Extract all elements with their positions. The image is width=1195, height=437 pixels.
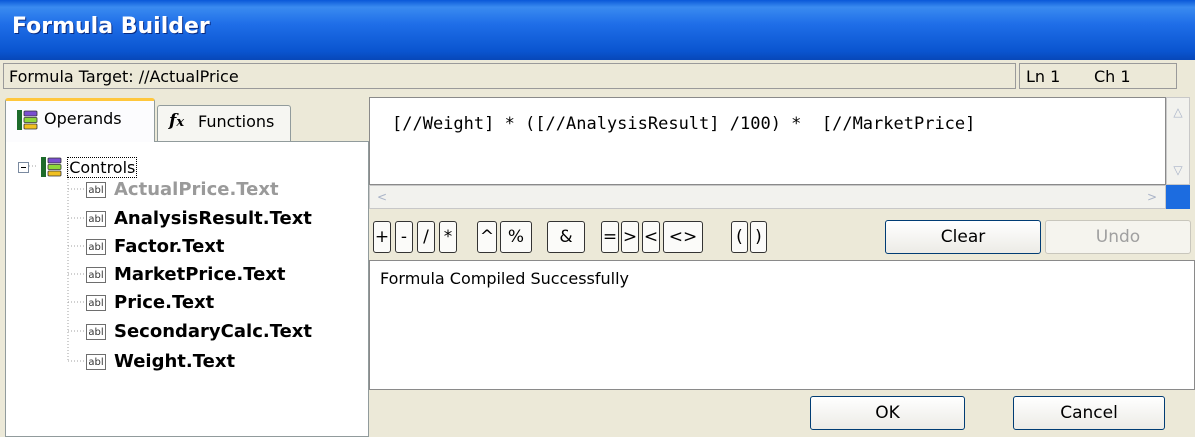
- scroll-down-icon[interactable]: ▽: [1168, 160, 1188, 180]
- right-panel: [//Weight] * ([//AnalysisResult] /100) *…: [369, 97, 1195, 437]
- vertical-scrollbar[interactable]: △ ▽: [1166, 97, 1190, 185]
- tree-root-label: Controls: [67, 156, 138, 178]
- compile-status-message: Formula Compiled Successfully: [380, 269, 629, 288]
- scroll-right-icon[interactable]: >: [1142, 187, 1162, 207]
- dialog-footer: OK Cancel: [369, 390, 1195, 437]
- operator-equals-button[interactable]: =: [601, 221, 619, 253]
- controls-icon: [41, 157, 62, 177]
- tree-item-label: MarketPrice.Text: [114, 264, 286, 285]
- operator-multiply-button[interactable]: *: [439, 221, 457, 253]
- function-icon: fx: [169, 111, 185, 131]
- operator-greater-button[interactable]: >: [621, 221, 639, 253]
- tree-item[interactable]: abl Factor.Text: [86, 236, 225, 257]
- tree-item-label: ActualPrice.Text: [114, 179, 279, 200]
- tab-operands-label: Operands: [44, 109, 122, 128]
- tree-item[interactable]: abl AnalysisResult.Text: [86, 208, 312, 229]
- target-bar: Formula Target: //ActualPrice Ln 1 Ch 1: [0, 60, 1195, 93]
- textbox-icon: abl: [86, 238, 106, 255]
- collapse-icon[interactable]: [18, 161, 29, 173]
- operator-percent-button[interactable]: %: [500, 221, 532, 253]
- line-number: Ln 1: [1026, 67, 1061, 86]
- tab-functions-label: Functions: [198, 112, 275, 131]
- formula-target-field: Formula Target: //ActualPrice: [3, 63, 1016, 89]
- tree-item-label: AnalysisResult.Text: [114, 208, 312, 229]
- undo-button[interactable]: Undo: [1045, 220, 1191, 254]
- operator-power-button[interactable]: ^: [477, 221, 497, 253]
- operator-close-paren-button[interactable]: ): [750, 221, 767, 253]
- tree-item[interactable]: abl SecondaryCalc.Text: [86, 321, 312, 342]
- title-bar[interactable]: Formula Builder: [0, 0, 1195, 60]
- tree-item-label: Factor.Text: [114, 236, 225, 257]
- formula-text: [//Weight] * ([//AnalysisResult] /100) *…: [392, 114, 976, 134]
- tree-item[interactable]: abl Weight.Text: [86, 351, 235, 372]
- tree-item-label: Weight.Text: [114, 351, 236, 372]
- column-number: Ch 1: [1094, 67, 1131, 86]
- operator-open-paren-button[interactable]: (: [731, 221, 748, 253]
- output-panel: Formula Compiled Successfully: [369, 260, 1195, 390]
- tree-item[interactable]: abl Price.Text: [86, 292, 214, 313]
- scrollbar-corner: [1166, 185, 1190, 209]
- tab-functions[interactable]: fx Functions: [157, 105, 291, 141]
- formula-editor[interactable]: [//Weight] * ([//AnalysisResult] /100) *…: [369, 97, 1166, 185]
- tree-item-label: Price.Text: [114, 292, 215, 313]
- cursor-position: Ln 1 Ch 1: [1019, 63, 1177, 89]
- left-panel: Operands fx Functions Controls abl Actua…: [3, 97, 369, 437]
- operator-not-equal-button[interactable]: <>: [663, 221, 703, 253]
- textbox-icon: abl: [86, 353, 106, 370]
- cancel-button[interactable]: Cancel: [1013, 396, 1165, 430]
- textbox-icon: abl: [86, 181, 106, 198]
- operands-panel: Controls abl ActualPrice.Text abl Analysis…: [5, 141, 369, 437]
- operator-less-button[interactable]: <: [642, 221, 660, 253]
- textbox-icon: abl: [86, 323, 106, 340]
- horizontal-scrollbar[interactable]: < >: [369, 185, 1166, 209]
- textbox-icon: abl: [86, 266, 106, 283]
- textbox-icon: abl: [86, 294, 106, 311]
- operands-icon: [17, 110, 38, 130]
- tab-operands[interactable]: Operands: [5, 98, 155, 142]
- clear-button[interactable]: Clear: [885, 220, 1041, 254]
- formula-target-label: Formula Target: //ActualPrice: [9, 67, 239, 86]
- operator-toolbar: + - / * ^ % & = > < <> ( ) Clear Undo: [369, 215, 1195, 259]
- tree-root-controls[interactable]: Controls: [18, 156, 138, 178]
- operator-concat-button[interactable]: &: [547, 221, 585, 253]
- operator-minus-button[interactable]: -: [395, 221, 413, 253]
- ok-button[interactable]: OK: [810, 396, 965, 430]
- tree-item[interactable]: abl ActualPrice.Text: [86, 179, 279, 200]
- tree-item-label: SecondaryCalc.Text: [114, 321, 313, 342]
- operator-divide-button[interactable]: /: [417, 221, 435, 253]
- window-title: Formula Builder: [12, 14, 210, 39]
- scroll-left-icon[interactable]: <: [372, 187, 392, 207]
- tree-item[interactable]: abl MarketPrice.Text: [86, 264, 286, 285]
- operator-plus-button[interactable]: +: [373, 221, 391, 253]
- textbox-icon: abl: [86, 210, 106, 227]
- scroll-up-icon[interactable]: △: [1168, 102, 1188, 122]
